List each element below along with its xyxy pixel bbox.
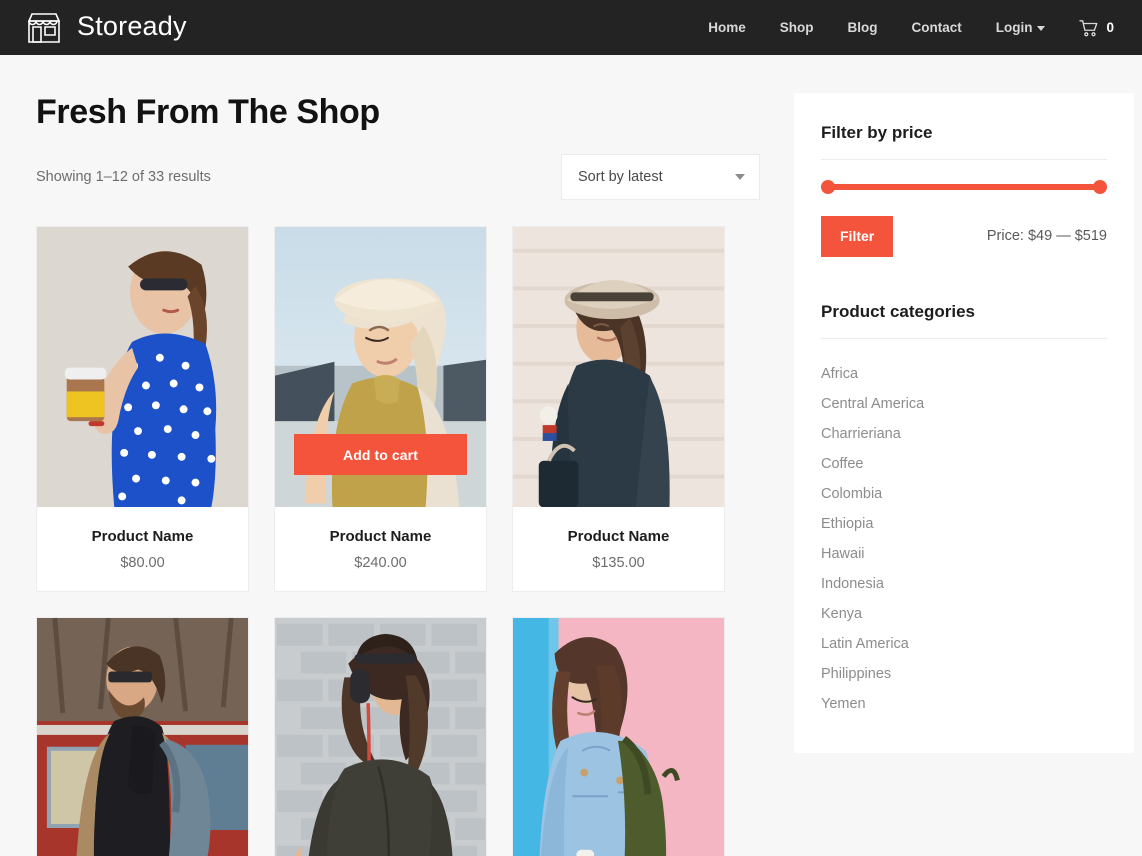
sort-by-dropdown[interactable]: Sort by latest	[561, 154, 760, 201]
product-card[interactable]	[36, 617, 249, 856]
product-image[interactable]	[275, 618, 486, 856]
brand-logo[interactable]: Stoready	[24, 11, 187, 45]
shop-content: Fresh From The Shop Showing 1–12 of 33 r…	[36, 93, 760, 856]
storefront-icon	[24, 11, 64, 45]
slider-handle-min[interactable]	[821, 180, 835, 194]
product-image[interactable]	[513, 618, 724, 856]
page-body: Fresh From The Shop Showing 1–12 of 33 r…	[0, 55, 1142, 856]
main-navigation: Home Shop Blog Contact Login 0	[691, 0, 1120, 55]
product-image[interactable]	[37, 618, 248, 856]
product-info: Product Name $80.00	[37, 510, 248, 592]
product-photo-3	[513, 227, 724, 508]
result-count: Showing 1–12 of 33 results	[36, 168, 211, 185]
category-item-latin-america[interactable]: Latin America	[821, 629, 1107, 659]
sidebar-card: Filter by price Filter Price: $49 — $519…	[794, 93, 1134, 753]
category-item-hawaii[interactable]: Hawaii	[821, 539, 1107, 569]
nav-item-home-label: Home	[708, 20, 746, 35]
category-item-yemen[interactable]: Yemen	[821, 689, 1107, 719]
product-info: Product Name $240.00	[275, 510, 486, 592]
nav-item-blog[interactable]: Blog	[830, 0, 894, 55]
product-card[interactable]: Product Name $135.00	[512, 226, 725, 593]
category-item-coffee[interactable]: Coffee	[821, 449, 1107, 479]
slider-handle-max[interactable]	[1093, 180, 1107, 194]
shop-sidebar: Filter by price Filter Price: $49 — $519…	[794, 93, 1134, 753]
site-header: Stoready Home Shop Blog Contact Login 0	[0, 0, 1142, 55]
nav-item-login[interactable]: Login	[979, 0, 1063, 55]
nav-item-contact-label: Contact	[911, 20, 962, 35]
product-card[interactable]: Add to cart Product Name $240.00	[274, 226, 487, 593]
product-image[interactable]	[513, 227, 724, 510]
add-to-cart-button[interactable]: Add to cart	[294, 434, 467, 476]
category-list: Africa Central America Charrieriana Coff…	[821, 359, 1107, 719]
product-grid: Product Name $80.00 Add to cart Product …	[36, 226, 760, 856]
price-filter-widget: Filter by price Filter Price: $49 — $519	[821, 123, 1107, 257]
price-filter-row: Filter Price: $49 — $519	[821, 216, 1107, 257]
nav-item-login-label: Login	[995, 20, 1033, 35]
price-range-slider[interactable]	[821, 180, 1107, 194]
filter-button[interactable]: Filter	[821, 216, 894, 257]
product-name: Product Name	[91, 528, 194, 546]
product-name: Product Name	[329, 528, 432, 546]
product-photo-6	[513, 618, 724, 856]
brand-name: Stoready	[77, 11, 187, 41]
category-item-central-america[interactable]: Central America	[821, 389, 1107, 419]
slider-rail[interactable]	[821, 184, 1107, 190]
chevron-down-icon	[1037, 26, 1046, 31]
price-range-label: Price: $49 — $519	[986, 228, 1107, 245]
shopping-cart-icon	[1079, 19, 1099, 37]
product-categories-widget: Product categories Africa Central Americ…	[821, 302, 1107, 719]
product-card[interactable]	[512, 617, 725, 856]
cart-count: 0	[1106, 20, 1114, 35]
category-item-philippines[interactable]: Philippines	[821, 659, 1107, 689]
product-image[interactable]	[37, 227, 248, 510]
price-filter-title: Filter by price	[821, 123, 1107, 160]
category-item-charrieriana[interactable]: Charrieriana	[821, 419, 1107, 449]
nav-item-shop[interactable]: Shop	[763, 0, 831, 55]
product-price: $240.00	[354, 555, 407, 572]
cart-button[interactable]: 0	[1062, 0, 1120, 55]
product-card[interactable]	[274, 617, 487, 856]
category-item-indonesia[interactable]: Indonesia	[821, 569, 1107, 599]
product-info: Product Name $135.00	[513, 510, 724, 592]
nav-item-blog-label: Blog	[847, 20, 878, 35]
category-item-kenya[interactable]: Kenya	[821, 599, 1107, 629]
category-item-ethiopia[interactable]: Ethiopia	[821, 509, 1107, 539]
chevron-down-icon	[735, 174, 745, 181]
product-name: Product Name	[567, 528, 670, 546]
product-photo-1	[37, 227, 248, 508]
product-card[interactable]: Product Name $80.00	[36, 226, 249, 593]
nav-item-home[interactable]: Home	[691, 0, 763, 55]
product-price: $135.00	[592, 555, 645, 572]
category-item-africa[interactable]: Africa	[821, 359, 1107, 389]
product-photo-5	[275, 618, 486, 856]
sort-by-selected-label: Sort by latest	[578, 169, 663, 186]
category-item-colombia[interactable]: Colombia	[821, 479, 1107, 509]
nav-item-shop-label: Shop	[779, 20, 814, 35]
product-categories-title: Product categories	[821, 302, 1107, 339]
product-photo-4	[37, 618, 248, 856]
shop-toolbar: Showing 1–12 of 33 results Sort by lates…	[36, 154, 760, 201]
product-image[interactable]: Add to cart	[275, 227, 486, 510]
page-title: Fresh From The Shop	[36, 93, 380, 131]
product-price: $80.00	[120, 555, 165, 572]
nav-item-contact[interactable]: Contact	[894, 0, 978, 55]
